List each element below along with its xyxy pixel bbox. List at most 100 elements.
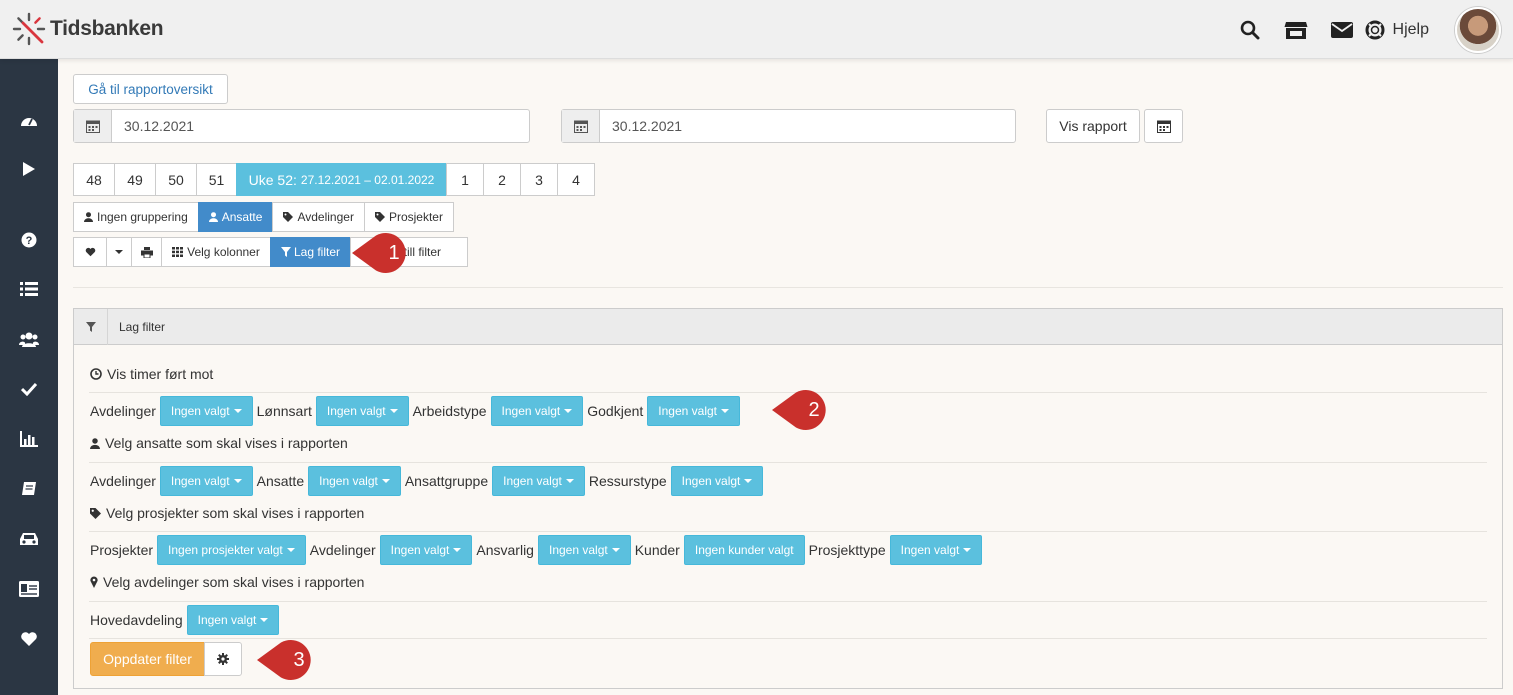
caret-down-icon: [721, 409, 730, 413]
show-report-button[interactable]: Vis rapport: [1046, 109, 1140, 143]
envelope-icon[interactable]: [1319, 7, 1365, 53]
calendar-icon[interactable]: [562, 110, 600, 142]
bar-chart-icon[interactable]: [0, 419, 58, 459]
caret-down-icon: [564, 409, 573, 413]
section-title-departments: Velg avdelinger som skal vises i rapport…: [90, 574, 364, 590]
user-icon: [90, 437, 100, 449]
group-projects-button[interactable]: Prosjekter: [363, 202, 454, 232]
caret-down-icon: [233, 409, 242, 413]
week-button[interactable]: 1: [446, 163, 484, 196]
help-button[interactable]: Hjelp: [1365, 20, 1429, 40]
report-overview-button[interactable]: Gå til rapportoversikt: [73, 74, 228, 104]
group-employees-label: Ansatte: [221, 210, 263, 224]
date-from-group: [73, 109, 530, 143]
customers-dropdown[interactable]: Ingen kunder valgt: [683, 535, 805, 565]
id-card-icon[interactable]: [0, 569, 58, 609]
week-button-active[interactable]: Uke 52: 27.12.2021 – 02.01.2022: [236, 163, 447, 196]
week-button[interactable]: 49: [114, 163, 156, 196]
users-icon[interactable]: [0, 319, 58, 359]
group-departments-label: Avdelinger: [297, 210, 354, 224]
favorite-dropdown-button[interactable]: [106, 237, 132, 267]
print-icon: [140, 246, 153, 258]
store-icon[interactable]: [1273, 7, 1319, 53]
svg-text:?: ?: [26, 235, 33, 247]
filter-icon: [280, 247, 291, 257]
group-departments-button[interactable]: Avdelinger: [272, 202, 365, 232]
list-icon[interactable]: [0, 269, 58, 309]
employee-group-dropdown[interactable]: Ingen valgt: [492, 466, 585, 496]
main-content: Gå til rapportoversikt Vis rapport 48 49…: [58, 59, 1513, 695]
date-to-input[interactable]: [600, 110, 1015, 142]
calendar-icon: [1156, 120, 1171, 133]
departments-dropdown[interactable]: Ingen valgt: [379, 535, 473, 565]
calendar-button[interactable]: [1144, 109, 1183, 143]
car-icon[interactable]: [0, 519, 58, 559]
grouping-selector: Ingen gruppering Ansatte Avdelinger Pros…: [73, 202, 454, 232]
project-type-dropdown[interactable]: Ingen valgt: [889, 535, 983, 565]
departments-dropdown[interactable]: Ingen valgt: [159, 396, 253, 426]
filter-icon: [74, 308, 108, 345]
create-filter-label: Lag filter: [293, 245, 341, 259]
update-filter-button[interactable]: Oppdater filter: [90, 642, 205, 676]
divider: [73, 287, 1503, 288]
week-button[interactable]: 2: [483, 163, 521, 196]
week-button[interactable]: 50: [155, 163, 197, 196]
filter-row-projects: Prosjekter Ingen prosjekter valgt Avdeli…: [90, 535, 986, 565]
filter-label: Ansvarlig: [476, 542, 534, 558]
create-filter-button[interactable]: Lag filter: [270, 237, 351, 267]
group-none-label: Ingen gruppering: [97, 210, 188, 224]
approved-dropdown[interactable]: Ingen valgt: [647, 396, 741, 426]
check-icon[interactable]: [0, 369, 58, 409]
sidebar: ?: [0, 59, 58, 695]
logo[interactable]: Tidsbanken: [12, 12, 164, 46]
select-columns-label: Velg kolonner: [187, 245, 260, 259]
select-columns-button[interactable]: Velg kolonner: [161, 237, 271, 267]
print-button[interactable]: [131, 237, 162, 267]
filter-label: Arbeidstype: [412, 403, 487, 419]
date-from-input[interactable]: [112, 110, 529, 142]
filter-label: Prosjekttype: [808, 542, 886, 558]
filter-label: Kunder: [634, 542, 680, 558]
section-title-projects: Velg prosjekter som skal vises i rapport…: [90, 505, 364, 521]
projects-dropdown[interactable]: Ingen prosjekter valgt: [157, 535, 306, 565]
caret-down-icon: [565, 479, 574, 483]
section-title-hours: Vis timer ført mot: [90, 366, 213, 382]
filter-panel-header: Lag filter: [74, 308, 1502, 345]
avatar[interactable]: [1455, 6, 1501, 53]
search-icon[interactable]: [1227, 7, 1273, 53]
caret-down-icon: [260, 618, 269, 622]
employees-dropdown[interactable]: Ingen valgt: [308, 466, 401, 496]
group-none-button[interactable]: Ingen gruppering: [73, 202, 199, 232]
week-selector: 48 49 50 51 Uke 52: 27.12.2021 – 02.01.2…: [73, 163, 595, 196]
wage-type-dropdown[interactable]: Ingen valgt: [315, 396, 409, 426]
play-icon[interactable]: [0, 149, 58, 189]
question-icon[interactable]: ?: [0, 220, 58, 260]
responsible-dropdown[interactable]: Ingen valgt: [537, 535, 631, 565]
group-projects-label: Prosjekter: [388, 210, 443, 224]
departments-dropdown[interactable]: Ingen valgt: [159, 466, 253, 496]
filter-label: Avdelinger: [90, 403, 156, 419]
group-employees-button[interactable]: Ansatte: [197, 202, 274, 232]
filter-row-employees: Avdelinger Ingen valgt Ansatte Ingen val…: [90, 466, 767, 496]
week-button[interactable]: 4: [557, 163, 595, 196]
caret-down-icon: [381, 479, 390, 483]
user-icon: [208, 212, 218, 222]
dashboard-icon[interactable]: [0, 100, 58, 140]
main-department-dropdown[interactable]: Ingen valgt: [186, 605, 280, 635]
work-type-dropdown[interactable]: Ingen valgt: [490, 396, 584, 426]
week-active-label: Uke 52:: [248, 171, 297, 188]
caret-down-icon: [611, 548, 620, 552]
section-title-employees: Velg ansatte som skal vises i rapporten: [90, 435, 348, 451]
filter-label: Ansattgruppe: [404, 473, 489, 489]
filter-settings-button[interactable]: [204, 642, 242, 676]
week-button[interactable]: 48: [73, 163, 115, 196]
filter-panel: Lag filter Vis timer ført mot Avdelinger…: [73, 308, 1503, 689]
week-button[interactable]: 3: [520, 163, 558, 196]
calendar-icon[interactable]: [74, 110, 112, 142]
resource-type-dropdown[interactable]: Ingen valgt: [670, 466, 764, 496]
grid-icon: [172, 247, 184, 257]
book-icon[interactable]: [0, 469, 58, 509]
heart-icon[interactable]: [0, 619, 58, 659]
week-button[interactable]: 51: [196, 163, 237, 196]
favorite-button[interactable]: [73, 237, 107, 267]
